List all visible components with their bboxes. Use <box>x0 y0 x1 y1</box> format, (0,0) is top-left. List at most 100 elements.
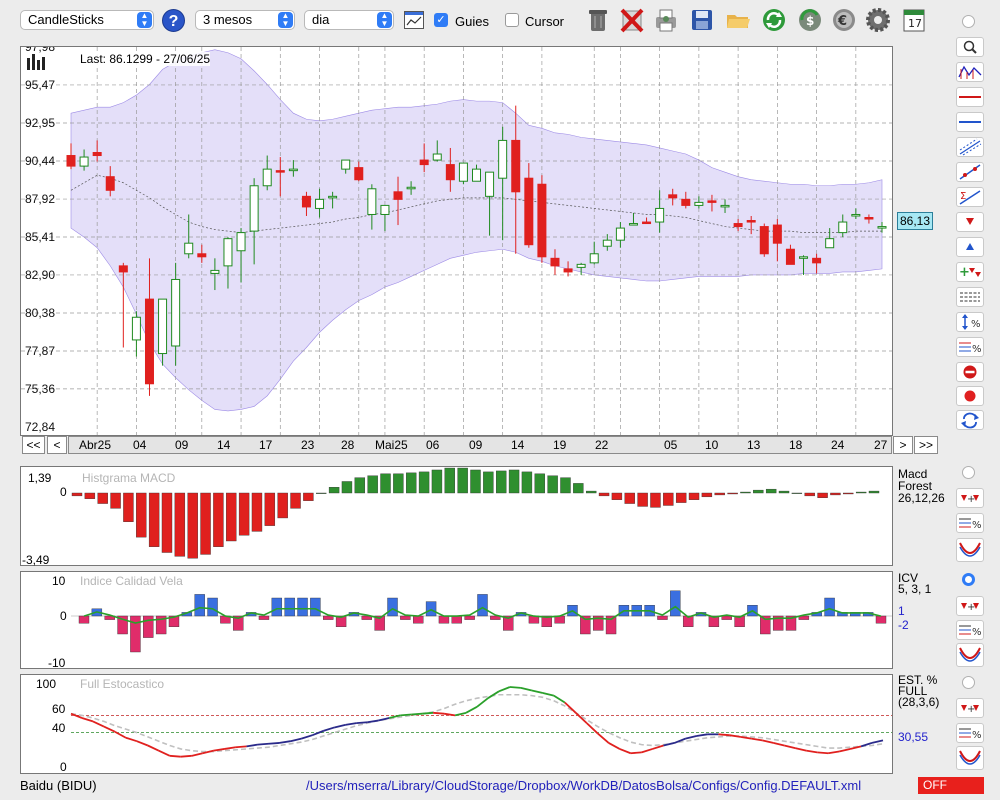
macd-bar <box>624 492 635 504</box>
stoch-k-segment <box>718 733 730 737</box>
macd-bar <box>727 492 738 495</box>
stoch-k-segment <box>235 745 247 749</box>
icv-bar <box>284 597 295 617</box>
icv-curve-icon[interactable] <box>956 643 984 667</box>
refresh-icon[interactable] <box>760 6 788 34</box>
icv-y-bottom: -10 <box>48 656 66 670</box>
macd-bar <box>714 492 725 496</box>
icv-signal-arrows-icon[interactable]: + <box>956 596 984 616</box>
main-panel-radio[interactable] <box>962 15 975 28</box>
stoch-k-segment <box>279 740 291 744</box>
macd-curve-icon[interactable] <box>956 538 984 562</box>
horizontal-line-red-icon[interactable] <box>956 87 984 107</box>
bollinger-tool-icon[interactable] <box>956 62 984 82</box>
icv-bar <box>400 615 411 620</box>
period-value: 3 mesos <box>203 12 253 27</box>
nav-prev-button[interactable]: < <box>47 436 67 454</box>
macd-panel-radio[interactable] <box>962 466 975 479</box>
nav-next-button[interactable]: > <box>893 436 913 454</box>
stoch-k-segment <box>652 744 664 750</box>
candle-body <box>498 139 508 179</box>
stoch-k-segment <box>224 746 236 750</box>
icv-panel-radio[interactable] <box>962 573 975 586</box>
sigma-line-icon[interactable]: Σ <box>956 187 984 207</box>
config-path-link[interactable]: /Users/mserra/Library/CloudStorage/Dropb… <box>306 778 861 793</box>
macd-bar <box>380 473 391 494</box>
macd-bar <box>264 492 276 526</box>
cursor-label: Cursor <box>525 14 565 29</box>
guies-checkbox[interactable]: ✓ <box>434 13 448 27</box>
candle-body <box>341 159 351 170</box>
off-toggle[interactable]: OFF <box>918 777 984 794</box>
candle-body <box>628 223 638 226</box>
x-axis-label: 18 <box>789 438 803 452</box>
candle-body <box>328 195 338 199</box>
x-axis-label: 10 <box>705 438 719 452</box>
nav-first-button[interactable]: << <box>22 436 45 454</box>
candle-body <box>354 167 364 181</box>
stoch-k-segment <box>411 712 423 716</box>
candle-body <box>210 269 220 274</box>
channel-tool-icon[interactable] <box>956 137 984 157</box>
stoch-k-segment <box>312 730 324 737</box>
stoch-k-segment <box>762 739 774 744</box>
trend-line-icon[interactable] <box>956 162 984 182</box>
euro-coin-icon[interactable]: € <box>830 6 858 34</box>
icv-bar <box>824 597 835 617</box>
icv-bar <box>323 615 334 620</box>
forbidden-icon[interactable] <box>956 362 984 382</box>
stoch-k-segment <box>169 754 181 758</box>
icv-lines-percent-icon[interactable]: % <box>956 620 984 640</box>
range-percent-icon[interactable]: % <box>956 312 984 332</box>
arrow-down-red-icon[interactable] <box>956 212 984 232</box>
macd-bar <box>598 492 610 497</box>
sync-arrows-icon[interactable] <box>956 410 984 430</box>
candle-body <box>184 242 194 255</box>
add-signal-icon[interactable]: + <box>956 262 984 282</box>
stoch-signal-arrows-icon[interactable]: + <box>956 698 984 718</box>
stoch-k-segment <box>213 748 225 752</box>
nav-last-button[interactable]: >> <box>914 436 938 454</box>
macd-lines-percent-icon[interactable]: % <box>956 513 984 533</box>
delete-icon[interactable] <box>618 6 646 34</box>
price-chart-panel[interactable]: 97,9897,9895,4795,4792,9592,9590,4490,44… <box>20 46 893 436</box>
cursor-checkbox[interactable] <box>505 13 519 27</box>
macd-signal-arrows-icon[interactable]: + <box>956 488 984 508</box>
stoch-k-segment <box>509 686 521 689</box>
current-price-badge: 86,13 <box>897 212 933 230</box>
save-icon[interactable] <box>688 6 716 34</box>
calendar-icon[interactable]: 17 <box>900 6 928 34</box>
macd-bar <box>341 481 353 494</box>
arrow-up-blue-icon[interactable] <box>956 237 984 257</box>
chart-type-select[interactable]: CandleSticks ▲ ▼ <box>20 10 154 30</box>
stoch-curve-icon[interactable] <box>956 746 984 770</box>
x-axis-label: 04 <box>133 438 147 452</box>
gear-icon[interactable] <box>864 6 892 34</box>
macd-bar <box>573 483 584 494</box>
macd-bar <box>470 469 481 494</box>
stoch-k-segment <box>608 742 621 750</box>
stoch-value: 30,55 <box>898 730 929 744</box>
candle-body <box>812 257 822 264</box>
icv-params: 5, 3, 1 <box>898 582 932 596</box>
horizontal-line-blue-icon[interactable] <box>956 112 984 132</box>
y-axis-label-left: 82,90 <box>25 268 55 282</box>
period-select[interactable]: 3 mesos ▲ ▼ <box>195 10 295 30</box>
lines-percent-icon[interactable]: % <box>956 337 984 357</box>
open-folder-icon[interactable] <box>724 6 752 34</box>
stoch-k-segment <box>378 717 390 722</box>
help-icon[interactable]: ? <box>162 9 185 32</box>
interval-select[interactable]: dia ▲ ▼ <box>304 10 394 30</box>
macd-bar <box>418 471 430 494</box>
dollar-refresh-icon[interactable]: $ <box>796 6 824 34</box>
zoom-tool[interactable] <box>956 37 984 57</box>
icv-bar <box>464 615 475 620</box>
trash-icon[interactable] <box>584 6 612 34</box>
record-icon[interactable] <box>956 386 984 406</box>
macd-bar <box>483 471 494 494</box>
grid-lines-icon[interactable] <box>956 287 984 307</box>
stoch-panel-radio[interactable] <box>962 676 975 689</box>
stoch-lines-percent-icon[interactable]: % <box>956 723 984 743</box>
printer-icon[interactable] <box>652 6 680 34</box>
chart-window-icon[interactable] <box>404 11 424 29</box>
